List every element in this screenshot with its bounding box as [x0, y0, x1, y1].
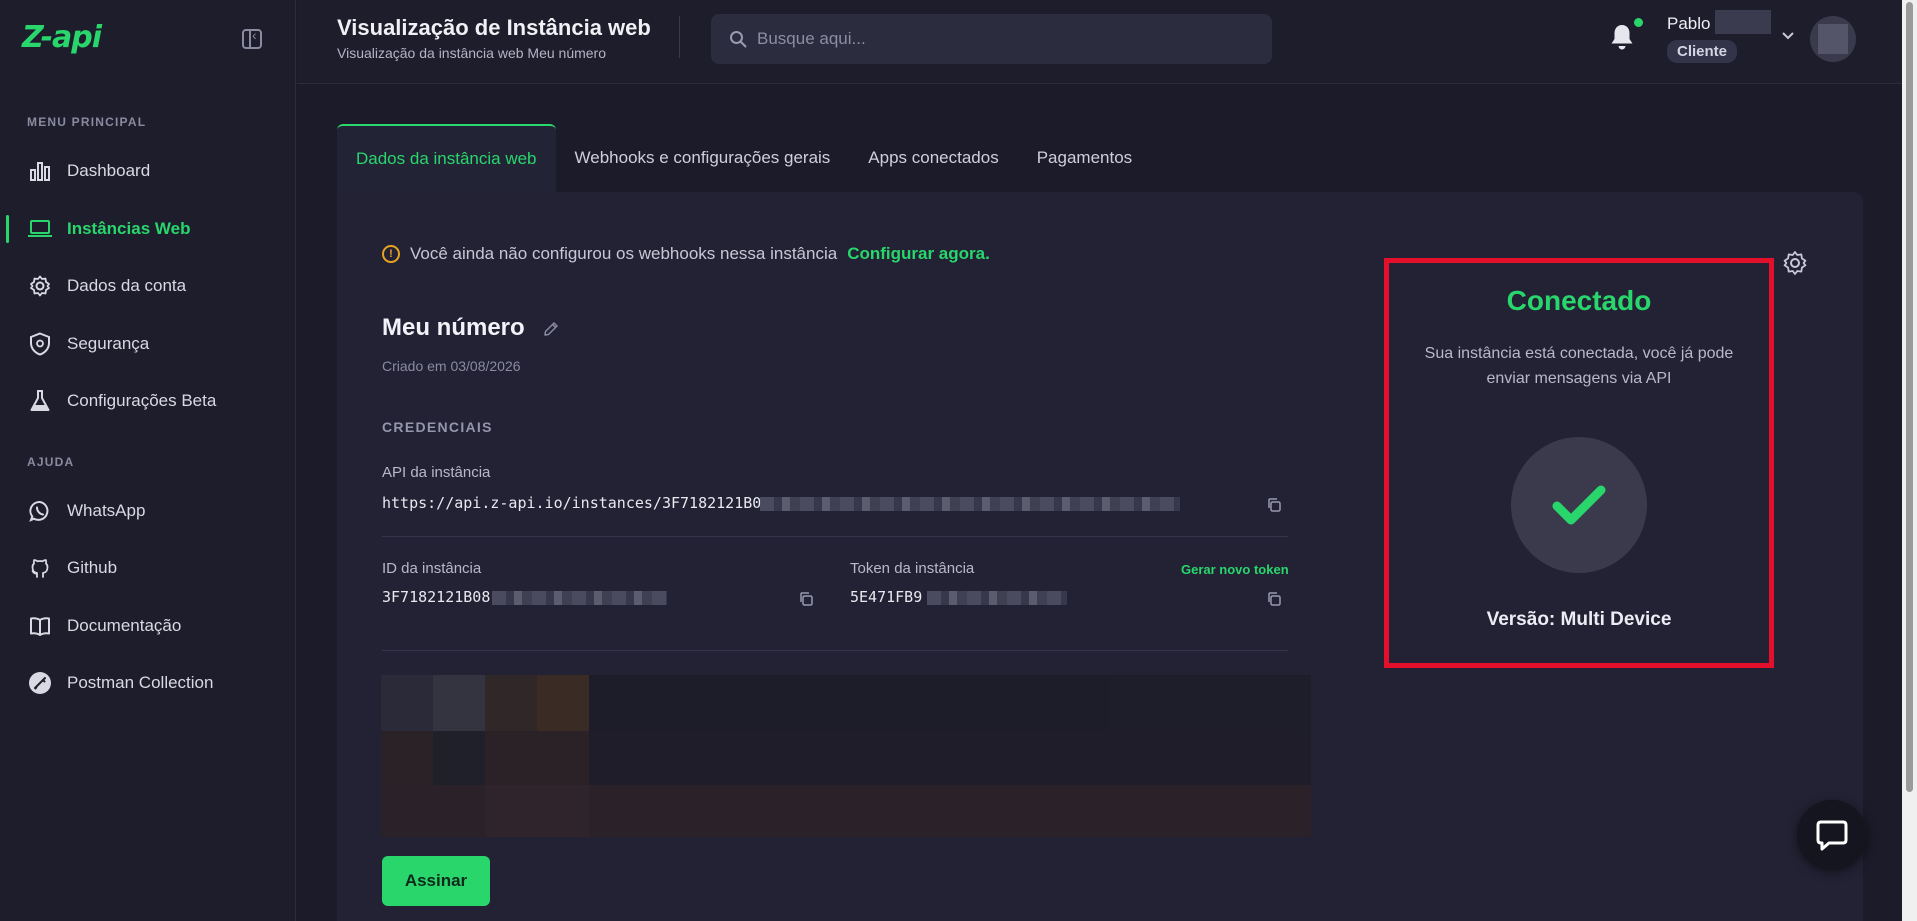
search-box[interactable]	[711, 14, 1272, 64]
help-menu-heading: AJUDA	[27, 455, 75, 469]
page-title: Visualização de Instância web	[337, 15, 651, 40]
sidebar-item-whatsapp[interactable]: WhatsApp	[0, 489, 295, 533]
pencil-icon[interactable]	[542, 320, 560, 338]
tab-dados-da-instancia[interactable]: Dados da instância web	[337, 124, 556, 192]
version-label: Versão: Multi Device	[1486, 609, 1672, 630]
api-label: API da instância	[382, 464, 491, 481]
credentials-heading: CREDENCIAIS	[382, 419, 493, 435]
sidebar-item-dados-da-conta[interactable]: Dados da conta	[0, 264, 295, 308]
sidebar-item-label: Dados da conta	[67, 276, 187, 295]
page-subtitle: Visualização da instância web Meu número	[337, 45, 607, 61]
sidebar-item-seguranca[interactable]: Segurança	[0, 322, 295, 366]
divider	[382, 536, 1288, 537]
chevron-down-icon[interactable]	[1781, 28, 1795, 46]
sidebar-item-instancias-web[interactable]: Instâncias Web	[0, 207, 295, 251]
postman-icon	[28, 671, 52, 695]
token-label: Token da instância	[850, 560, 975, 577]
connection-status-panel: Conectado Sua instância está conectada, …	[1384, 258, 1774, 668]
collapse-sidebar-icon[interactable]	[242, 27, 262, 49]
warning-text: Você ainda não configurou os webhooks ne…	[410, 244, 838, 263]
gear-icon	[28, 274, 52, 298]
shield-icon	[28, 332, 52, 356]
bar-chart-icon	[28, 159, 52, 183]
chat-support-button[interactable]	[1797, 800, 1867, 870]
instance-name: Meu número	[382, 314, 525, 341]
main-menu-heading: MENU PRINCIPAL	[27, 115, 147, 129]
sidebar: Z-api MENU PRINCIPAL Dashboard Instância…	[0, 0, 296, 921]
created-date: Criado em 03/08/2026	[382, 358, 521, 374]
whatsapp-icon	[28, 499, 52, 523]
search-input[interactable]	[757, 29, 1237, 49]
z-api-logo[interactable]: Z-api	[22, 20, 102, 55]
tab-apps-conectados[interactable]: Apps conectados	[849, 124, 1017, 192]
tab-webhooks[interactable]: Webhooks e configurações gerais	[556, 124, 850, 192]
instance-id-value: 3F7182121B08	[382, 588, 491, 606]
webhook-warning: ! Você ainda não configurou os webhooks …	[382, 244, 990, 264]
tab-pagamentos[interactable]: Pagamentos	[1018, 124, 1151, 192]
sidebar-item-documentacao[interactable]: Documentação	[0, 604, 295, 648]
sidebar-item-label: Instâncias Web	[67, 219, 191, 238]
api-value-redacted	[760, 497, 1180, 511]
check-icon	[1552, 485, 1606, 525]
status-title: Conectado	[1506, 285, 1652, 316]
top-header: Visualização de Instância web Visualizaç…	[297, 0, 1902, 84]
avatar[interactable]	[1810, 16, 1856, 62]
sidebar-item-label: WhatsApp	[67, 501, 146, 520]
search-icon	[730, 31, 747, 48]
instance-id-label: ID da instância	[382, 560, 482, 577]
token-value-redacted	[927, 591, 1067, 605]
notification-dot	[1634, 18, 1643, 27]
chat-bubble-icon	[1816, 820, 1848, 851]
header-divider	[679, 16, 680, 58]
copy-icon[interactable]	[1266, 497, 1282, 513]
tab-bar: Dados da instância web Webhooks e config…	[337, 124, 1151, 192]
sidebar-item-label: Github	[67, 558, 118, 577]
sidebar-item-label: Dashboard	[67, 161, 151, 180]
copy-icon[interactable]	[1266, 591, 1282, 607]
sidebar-item-label: Documentação	[67, 616, 182, 635]
user-name-redacted	[1715, 10, 1771, 34]
instance-id-redacted	[492, 591, 667, 605]
sidebar-item-label: Configurações Beta	[67, 391, 217, 410]
copy-icon[interactable]	[798, 591, 814, 607]
notification-bell-icon[interactable]	[1608, 22, 1636, 52]
book-icon	[28, 614, 52, 638]
sidebar-item-github[interactable]: Github	[0, 546, 295, 590]
configure-now-link[interactable]: Configurar agora.	[847, 244, 990, 264]
github-icon	[28, 556, 52, 580]
user-role-badge: Cliente	[1667, 40, 1738, 63]
divider	[382, 650, 1288, 651]
redacted-content-block	[381, 675, 1311, 837]
token-value: 5E471FB9	[850, 588, 923, 606]
user-name: Pablo	[1667, 14, 1711, 33]
connected-check-circle	[1511, 437, 1647, 573]
sidebar-item-label: Postman Collection	[67, 673, 214, 692]
laptop-icon	[28, 217, 52, 241]
scrollbar-thumb[interactable]	[1906, 2, 1913, 792]
flask-icon	[28, 389, 52, 413]
sidebar-item-configuracoes-beta[interactable]: Configurações Beta	[0, 379, 295, 423]
status-description: Sua instância está conectada, você já po…	[1424, 345, 1734, 387]
sidebar-item-label: Segurança	[67, 334, 150, 353]
sidebar-item-postman-collection[interactable]: Postman Collection	[0, 661, 295, 705]
warning-icon: !	[382, 245, 400, 263]
sidebar-item-dashboard[interactable]: Dashboard	[0, 149, 295, 193]
gear-icon[interactable]	[1782, 250, 1808, 276]
sign-button[interactable]: Assinar	[382, 856, 490, 906]
regenerate-token-link[interactable]: Gerar novo token	[1181, 562, 1289, 577]
api-value: https://api.z-api.io/instances/3F7182121…	[382, 494, 762, 512]
